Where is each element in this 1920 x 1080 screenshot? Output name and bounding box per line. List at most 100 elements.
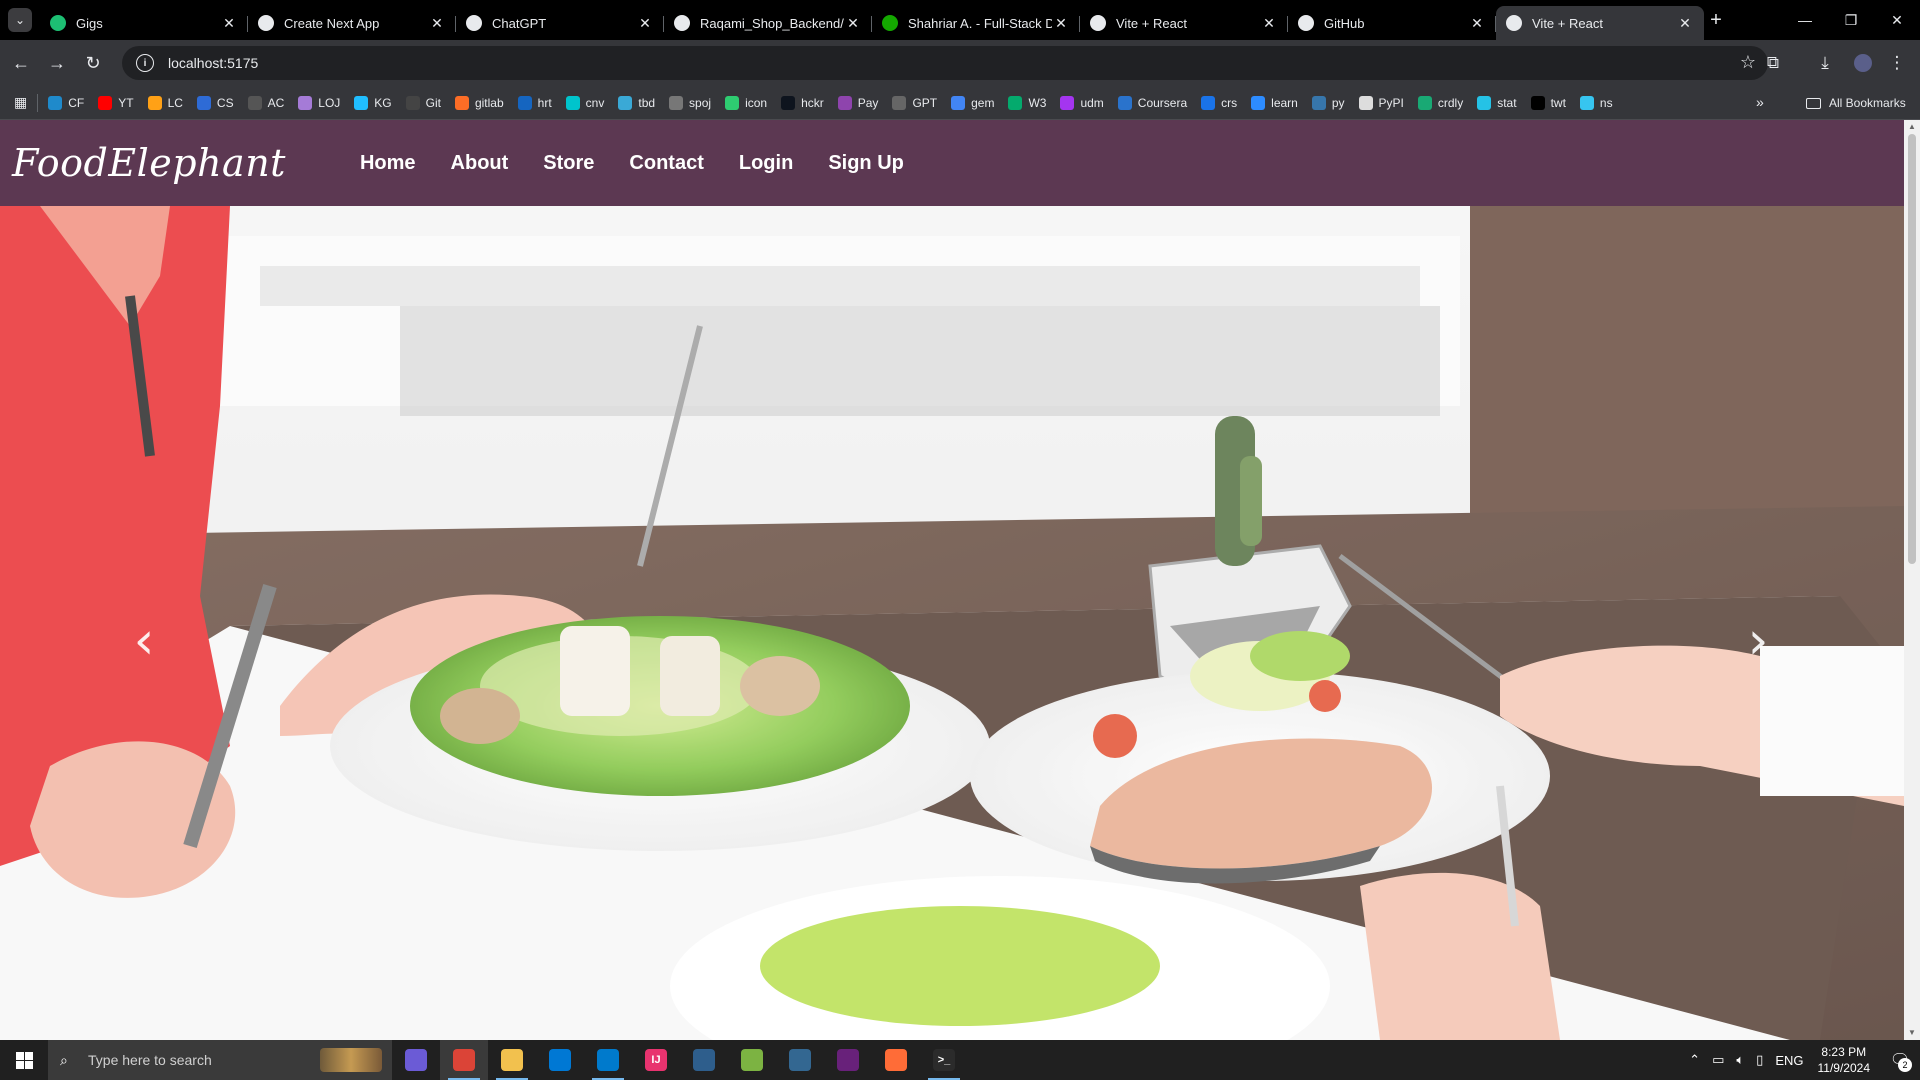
minimize-icon[interactable]: — (1782, 0, 1828, 40)
volume-icon[interactable]: 🔈︎ (1736, 1052, 1744, 1068)
bookmark-item[interactable]: Git (405, 95, 441, 110)
tab-close-icon[interactable]: ✕ (428, 15, 446, 32)
battery-icon[interactable]: ▯ (1756, 1052, 1763, 1068)
tab-close-icon[interactable]: ✕ (1260, 15, 1278, 32)
bookmark-item[interactable]: W3 (1008, 95, 1046, 110)
browser-tab[interactable]: Shahriar A. - Full-Stack De ✕ (872, 6, 1080, 40)
all-bookmarks-button[interactable]: All Bookmarks (1806, 86, 1906, 120)
tray-overflow-icon[interactable]: ⌃ (1689, 1052, 1700, 1068)
reload-icon[interactable]: ↻ (78, 48, 108, 78)
bookmark-item[interactable]: CS (196, 95, 234, 110)
menu-kebab-icon[interactable]: ⋮ (1884, 50, 1910, 76)
bookmark-item[interactable]: LC (147, 95, 183, 110)
bookmark-item[interactable]: AC (247, 95, 284, 110)
taskbar-app[interactable] (440, 1040, 488, 1080)
nav-about[interactable]: About (451, 152, 509, 175)
scrollbar-thumb[interactable] (1908, 134, 1916, 564)
site-info-icon[interactable]: i (136, 54, 154, 72)
nav-signup[interactable]: Sign Up (828, 152, 904, 175)
notification-center-button[interactable]: 🗨︎ 2 (1880, 1040, 1920, 1080)
tab-search-icon[interactable]: ⌄ (8, 8, 32, 32)
bookmark-item[interactable]: LOJ (298, 95, 340, 110)
taskbar-search-box[interactable]: ⌕ Type here to search (48, 1040, 392, 1080)
bookmark-item[interactable]: YT (98, 95, 134, 110)
scroll-up-icon[interactable]: ▲ (1904, 120, 1920, 134)
bookmark-item[interactable]: stat (1477, 95, 1517, 110)
bookmark-item[interactable]: PyPI (1358, 95, 1404, 110)
carousel-next-icon[interactable]: › (1740, 611, 1776, 671)
taskbar-app[interactable] (536, 1040, 584, 1080)
bookmark-item[interactable]: gitlab (454, 95, 504, 110)
taskbar-app[interactable] (584, 1040, 632, 1080)
tab-close-icon[interactable]: ✕ (220, 15, 238, 32)
browser-tab[interactable]: Create Next App ✕ (248, 6, 456, 40)
taskbar-app[interactable] (872, 1040, 920, 1080)
browser-tab[interactable]: GitHub ✕ (1288, 6, 1496, 40)
bookmark-item[interactable]: udm (1060, 95, 1104, 110)
bookmark-star-icon[interactable]: ☆ (1740, 52, 1756, 73)
taskbar-app[interactable] (392, 1040, 440, 1080)
taskbar-app[interactable]: >_ (920, 1040, 968, 1080)
browser-tab[interactable]: Gigs ✕ (40, 6, 248, 40)
profile-avatar[interactable] (1850, 50, 1876, 76)
bookmark-item[interactable]: twt (1530, 95, 1566, 110)
extensions-icon[interactable]: ⧉ (1760, 50, 1786, 76)
new-tab-button[interactable]: + (1702, 8, 1730, 32)
bookmark-item[interactable]: GPT (892, 95, 938, 110)
bookmark-item[interactable]: gem (951, 95, 994, 110)
taskbar-app[interactable] (728, 1040, 776, 1080)
language-indicator[interactable]: ENG (1775, 1053, 1803, 1068)
bookmark-item[interactable]: hrt (517, 95, 552, 110)
scroll-down-icon[interactable]: ▼ (1904, 1026, 1920, 1040)
taskbar-app[interactable] (824, 1040, 872, 1080)
tab-close-icon[interactable]: ✕ (1676, 15, 1694, 32)
site-brand[interactable]: FoodElephant (12, 141, 286, 185)
bookmark-label: GPT (912, 95, 938, 110)
network-icon[interactable]: ▭ (1712, 1052, 1724, 1068)
bookmark-item[interactable]: spoj (669, 95, 711, 110)
back-icon[interactable]: ← (6, 48, 36, 78)
bookmark-item[interactable]: hckr (781, 95, 824, 110)
bookmark-item[interactable]: tbd (618, 95, 655, 110)
address-bar[interactable]: i localhost:5175 ☆ (122, 46, 1768, 80)
page-scrollbar[interactable]: ▲ ▼ (1904, 120, 1920, 1040)
close-window-icon[interactable]: ✕ (1874, 0, 1920, 40)
bookmark-item[interactable]: crdly (1417, 95, 1463, 110)
bookmark-item[interactable]: py (1311, 95, 1345, 110)
bookmark-item[interactable]: Pay (837, 95, 878, 110)
taskbar-app[interactable]: IJ (632, 1040, 680, 1080)
bookmark-item[interactable]: ns (1579, 95, 1613, 110)
nav-home[interactable]: Home (360, 152, 416, 175)
nav-login[interactable]: Login (739, 152, 793, 175)
tab-title: Vite + React (1116, 15, 1187, 31)
download-icon[interactable]: ⤓ (1812, 50, 1838, 76)
bookmark-item[interactable]: crs (1201, 95, 1237, 110)
browser-tab[interactable]: Vite + React ✕ (1496, 6, 1704, 40)
bookmark-item[interactable]: Coursera (1117, 95, 1187, 110)
taskbar-app[interactable] (488, 1040, 536, 1080)
tab-close-icon[interactable]: ✕ (636, 15, 654, 32)
nav-store[interactable]: Store (543, 152, 594, 175)
restore-icon[interactable]: ❐ (1828, 0, 1874, 40)
bookmarks-overflow-icon[interactable]: » (1756, 94, 1764, 110)
bookmark-item[interactable]: KG (354, 95, 392, 110)
nav-contact[interactable]: Contact (629, 152, 703, 175)
tab-close-icon[interactable]: ✕ (1052, 15, 1070, 32)
taskbar-app[interactable] (680, 1040, 728, 1080)
bookmark-item[interactable]: learn (1251, 95, 1298, 110)
bookmark-item[interactable]: cnv (565, 95, 604, 110)
browser-tab[interactable]: Vite + React ✕ (1080, 6, 1288, 40)
apps-grid-icon[interactable]: ▦ (14, 94, 27, 111)
tab-close-icon[interactable]: ✕ (1468, 15, 1486, 32)
carousel-prev-icon[interactable]: ‹ (126, 611, 162, 671)
browser-tab[interactable]: Raqami_Shop_Backend/sr ✕ (664, 6, 872, 40)
bookmark-item[interactable]: icon (725, 95, 767, 110)
taskbar-app[interactable] (776, 1040, 824, 1080)
bookmark-favicon-icon (147, 95, 162, 110)
clock[interactable]: 8:23 PM 11/9/2024 (1818, 1044, 1871, 1076)
browser-tab[interactable]: ChatGPT ✕ (456, 6, 664, 40)
bookmark-item[interactable]: CF (48, 95, 84, 110)
start-button[interactable] (0, 1040, 48, 1080)
tab-close-icon[interactable]: ✕ (844, 15, 862, 32)
forward-icon[interactable]: → (42, 48, 72, 78)
